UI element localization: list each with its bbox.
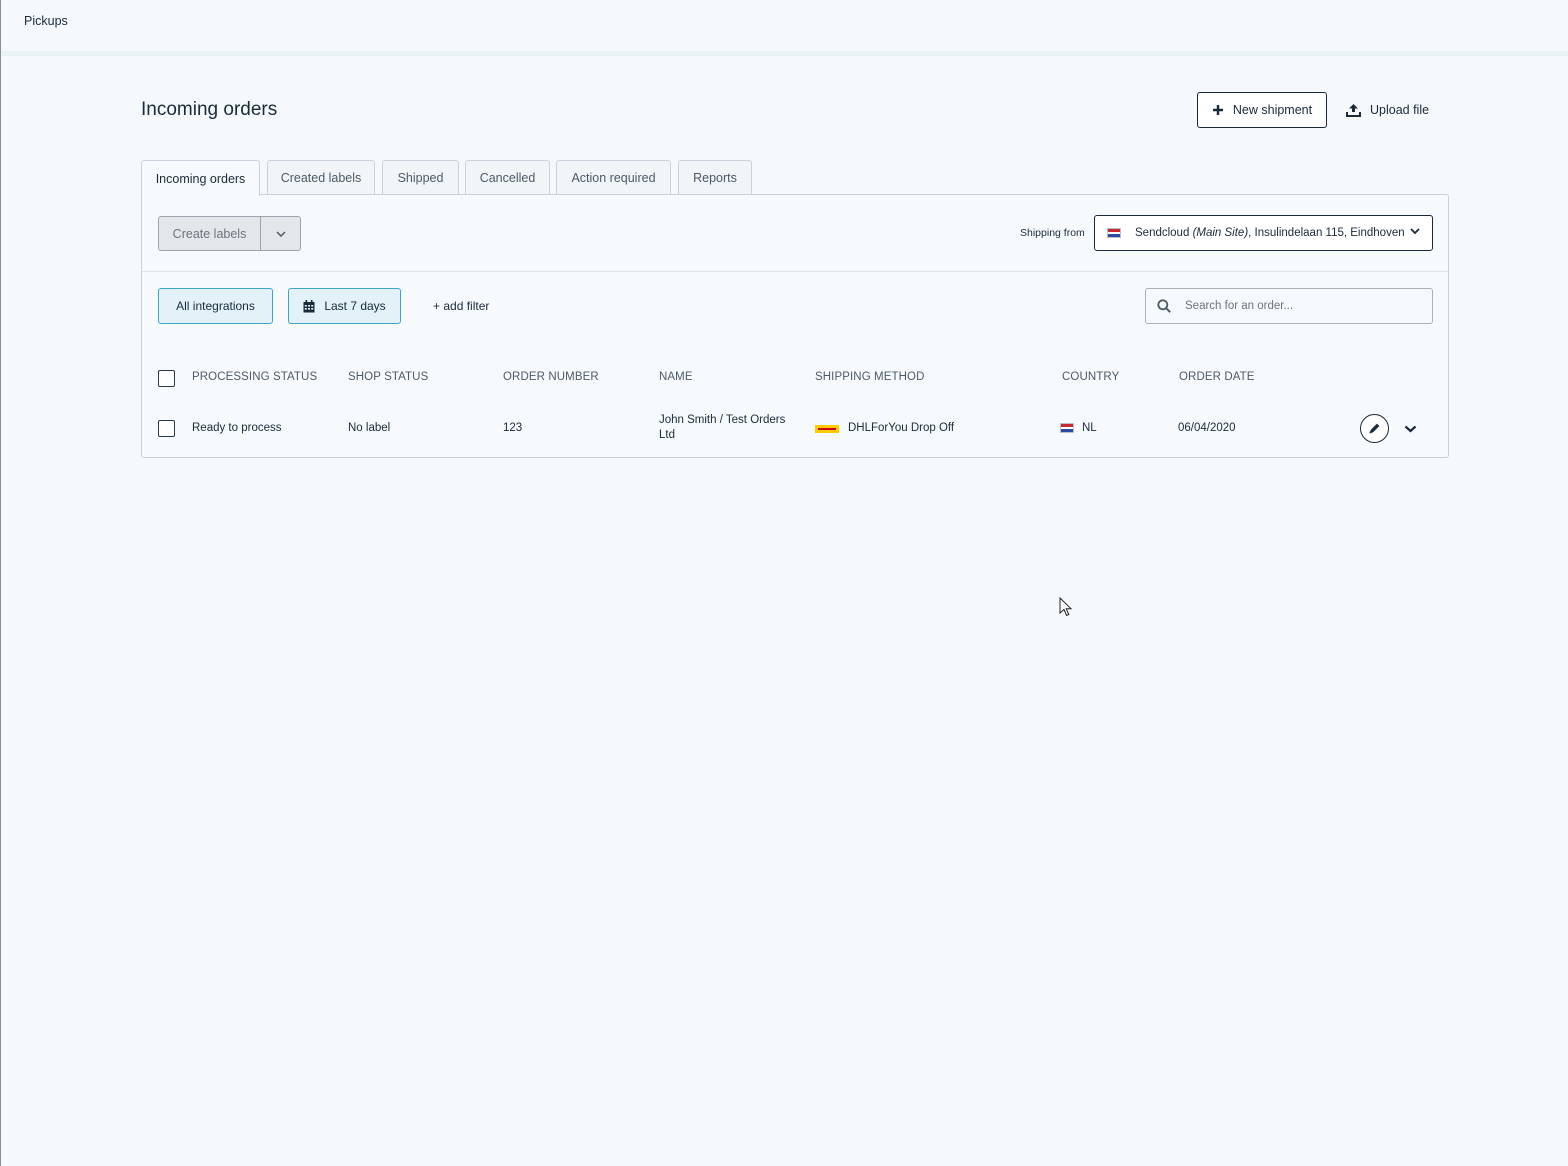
shop-status-cell: No label bbox=[348, 422, 391, 434]
shipping-method-cell: DHLForYou Drop Off bbox=[848, 422, 955, 434]
tab-action-required[interactable]: Action required bbox=[556, 160, 671, 195]
tab-shipped[interactable]: Shipped bbox=[382, 160, 459, 195]
search-input[interactable] bbox=[1185, 300, 1415, 312]
shipping-from-company: Sendcloud bbox=[1135, 227, 1190, 239]
upload-icon bbox=[1346, 104, 1361, 117]
shipping-from-value: Sendcloud (Main Site), Insulindelaan 115… bbox=[1135, 227, 1405, 239]
column-header-shipping-method[interactable]: SHIPPING METHOD bbox=[815, 371, 924, 383]
all-integrations-label: All integrations bbox=[176, 299, 255, 313]
shipping-from-site: (Main Site) bbox=[1192, 227, 1249, 239]
date-range-label: Last 7 days bbox=[324, 299, 386, 313]
tab-cancelled[interactable]: Cancelled bbox=[465, 160, 550, 195]
edit-order-button[interactable] bbox=[1360, 414, 1389, 443]
top-bar: Pickups bbox=[1, 0, 1568, 56]
tab-created-labels[interactable]: Created labels bbox=[267, 160, 375, 195]
customer-name-line-2: Ltd bbox=[659, 429, 675, 441]
page-title: Incoming orders bbox=[141, 99, 278, 120]
orders-panel: Create labels Shipping from Sendcloud (M… bbox=[141, 194, 1449, 458]
expand-row-button[interactable] bbox=[1400, 419, 1420, 439]
date-range-filter[interactable]: Last 7 days bbox=[288, 288, 401, 324]
chevron-down-icon bbox=[1410, 228, 1420, 235]
column-header-name[interactable]: NAME bbox=[659, 371, 693, 383]
pencil-icon bbox=[1369, 423, 1380, 434]
tab-incoming-orders[interactable]: Incoming orders bbox=[141, 160, 260, 196]
order-number-cell: 123 bbox=[503, 422, 523, 434]
chevron-down-icon bbox=[275, 230, 286, 237]
column-header-order-date[interactable]: ORDER DATE bbox=[1179, 371, 1255, 383]
calendar-icon bbox=[303, 299, 315, 312]
new-shipment-label: New shipment bbox=[1232, 103, 1313, 117]
mouse-cursor-icon bbox=[1059, 597, 1073, 617]
toolbar-divider bbox=[142, 271, 1448, 272]
all-integrations-filter[interactable]: All integrations bbox=[158, 288, 273, 324]
customer-name-line-1: John Smith / Test Orders bbox=[659, 414, 786, 426]
column-header-country[interactable]: COUNTRY bbox=[1062, 371, 1119, 383]
create-labels-button[interactable]: Create labels bbox=[159, 217, 261, 250]
country-cell: NL bbox=[1082, 422, 1097, 434]
plus-icon bbox=[1212, 105, 1223, 115]
shipping-from-address: , Insulindelaan 115, Eindhoven bbox=[1248, 227, 1405, 239]
tab-reports[interactable]: Reports bbox=[678, 160, 752, 195]
upload-file-button[interactable]: Upload file bbox=[1346, 92, 1440, 128]
processing-status-cell: Ready to process bbox=[192, 422, 282, 434]
column-header-processing-status[interactable]: PROCESSING STATUS bbox=[192, 371, 317, 383]
column-header-order-number[interactable]: ORDER NUMBER bbox=[503, 371, 599, 383]
shipping-from-select[interactable]: Sendcloud (Main Site), Insulindelaan 115… bbox=[1094, 215, 1433, 251]
netherlands-flag-icon bbox=[1060, 423, 1074, 436]
shipping-from-label: Shipping from bbox=[1020, 227, 1085, 239]
select-all-checkbox[interactable] bbox=[158, 370, 175, 387]
upload-file-label: Upload file bbox=[1370, 103, 1430, 117]
breadcrumb-pickups[interactable]: Pickups bbox=[24, 14, 68, 28]
new-shipment-button[interactable]: New shipment bbox=[1197, 92, 1327, 128]
search-icon bbox=[1157, 299, 1171, 313]
dhl-logo-icon bbox=[815, 424, 839, 436]
create-labels-dropdown-toggle[interactable] bbox=[261, 217, 300, 250]
order-date-cell: 06/04/2020 bbox=[1178, 422, 1236, 434]
add-filter-link[interactable]: + add filter bbox=[433, 299, 489, 313]
column-header-shop-status[interactable]: SHOP STATUS bbox=[348, 371, 428, 383]
chevron-down-icon bbox=[1404, 425, 1416, 433]
create-labels-split-button: Create labels bbox=[158, 216, 301, 251]
netherlands-flag-icon bbox=[1107, 228, 1121, 238]
order-search bbox=[1145, 288, 1433, 324]
row-checkbox[interactable] bbox=[158, 420, 175, 437]
